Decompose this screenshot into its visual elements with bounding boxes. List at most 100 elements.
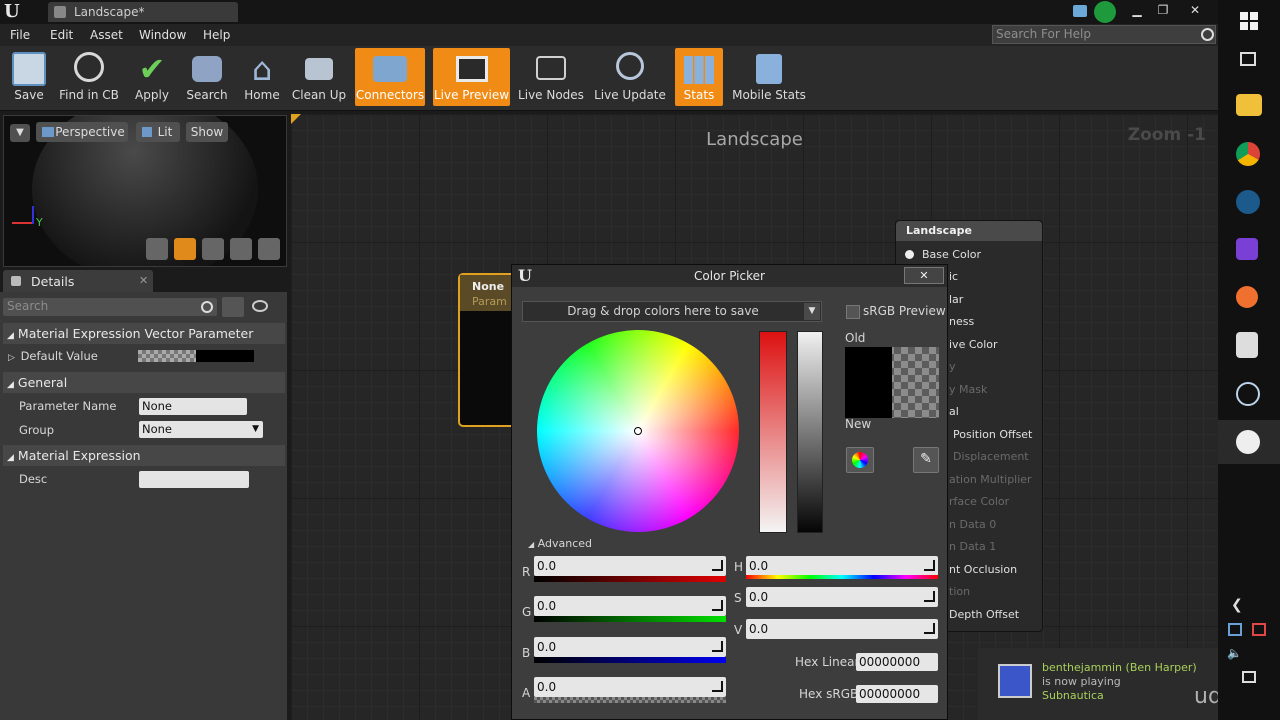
advanced-toggle[interactable]: ◢ Advanced xyxy=(528,537,592,550)
section-general[interactable]: ◢ General xyxy=(3,372,285,393)
close-button[interactable]: ✕ xyxy=(1184,2,1206,18)
cube-shape-icon[interactable] xyxy=(230,238,252,260)
chevron-left-icon[interactable]: ❮ xyxy=(1231,597,1243,613)
pin-ambient-occlusion[interactable]: nt Occlusion xyxy=(949,563,1017,576)
preview-viewport[interactable]: ▼ Perspective Lit Show Y xyxy=(3,115,287,267)
unreal-icon[interactable] xyxy=(1236,430,1260,454)
pin-specular[interactable]: lar xyxy=(949,293,963,306)
restore-button[interactable]: ❐ xyxy=(1152,2,1174,18)
friend-activity-toast[interactable]: benthejammin (Ben Harper) is now playing… xyxy=(978,648,1218,720)
menu-asset[interactable]: Asset xyxy=(90,24,123,46)
dialog-close-button[interactable]: ✕ xyxy=(904,267,944,284)
parameter-name-field[interactable]: None xyxy=(139,398,247,415)
pin-base-color[interactable]: Base Color xyxy=(922,248,981,261)
b-spinbox[interactable]: 0.0 xyxy=(534,637,726,657)
default-value-row[interactable]: ▷ Default Value xyxy=(8,349,98,363)
eye-visibility-icon[interactable] xyxy=(252,300,268,312)
param-node-subtitle: Param ( xyxy=(472,295,515,308)
v-spinbox[interactable]: 0.0 xyxy=(746,619,938,639)
show-button[interactable]: Show xyxy=(186,122,228,142)
search-button[interactable]: Search xyxy=(182,48,232,106)
color-wheel-selector[interactable] xyxy=(634,427,642,435)
pin-world-position-offset[interactable]: Position Offset xyxy=(953,428,1032,441)
saturation-slider[interactable] xyxy=(759,331,787,533)
details-search-input[interactable]: Search xyxy=(3,298,217,316)
close-icon[interactable]: ✕ xyxy=(139,274,148,287)
volume-icon[interactable]: 🔈 xyxy=(1227,646,1242,660)
epic-games-icon[interactable] xyxy=(1236,332,1258,358)
desc-field[interactable] xyxy=(139,471,249,488)
tray-app-icon[interactable] xyxy=(1228,623,1242,636)
pin-pixel-depth-offset[interactable]: Depth Offset xyxy=(949,608,1019,621)
pin-roughness[interactable]: ness xyxy=(949,315,974,328)
menu-edit[interactable]: Edit xyxy=(50,24,73,46)
hex-linear-field[interactable]: 00000000 xyxy=(856,653,938,671)
chevron-down-icon[interactable]: ▼ xyxy=(804,303,820,320)
mobile-stats-button[interactable]: Mobile Stats xyxy=(730,48,808,106)
perspective-button[interactable]: Perspective xyxy=(36,122,128,142)
live-update-button[interactable]: Live Update xyxy=(592,48,668,106)
visual-studio-icon[interactable] xyxy=(1236,238,1258,260)
pin-metallic[interactable]: ic xyxy=(949,270,958,283)
lit-button[interactable]: Lit xyxy=(136,122,180,142)
viewport-options-dropdown[interactable]: ▼ xyxy=(10,124,30,142)
search-for-help-input[interactable]: Search For Help xyxy=(992,25,1216,44)
clean-up-button[interactable]: Clean Up xyxy=(290,48,348,106)
chrome-icon[interactable] xyxy=(1236,142,1260,166)
vector-parameter-node[interactable]: None Param ( xyxy=(458,273,520,427)
file-explorer-icon[interactable] xyxy=(1236,94,1262,116)
default-value-label: Default Value xyxy=(20,349,98,363)
hex-srgb-field[interactable]: 00000000 xyxy=(856,685,938,703)
a-spinbox[interactable]: 0.0 xyxy=(534,677,726,697)
network-icon[interactable] xyxy=(1236,382,1260,406)
home-label: Home xyxy=(244,88,280,102)
pin-emissive-color[interactable]: ive Color xyxy=(949,338,998,351)
srgb-preview-checkbox[interactable] xyxy=(846,305,860,319)
eyedropper-icon[interactable]: ✎ xyxy=(913,447,939,473)
notification-icon[interactable] xyxy=(1073,5,1087,17)
g-spinbox[interactable]: 0.0 xyxy=(534,596,726,616)
minimize-button[interactable]: ▁ xyxy=(1126,2,1148,18)
menu-window[interactable]: Window xyxy=(139,24,186,46)
s-spinbox[interactable]: 0.0 xyxy=(746,587,938,607)
stats-button[interactable]: Stats xyxy=(675,48,723,106)
tray-close-icon[interactable] xyxy=(1252,623,1266,636)
windows-icon[interactable] xyxy=(1240,12,1258,30)
color-themes-bar[interactable]: Drag & drop colors here to save ▼ xyxy=(522,301,822,322)
details-tab[interactable]: Details ✕ xyxy=(3,270,153,292)
axis-y-label: Y xyxy=(36,216,43,229)
live-nodes-button[interactable]: Live Nodes xyxy=(516,48,586,106)
color-picker-titlebar[interactable]: U Color Picker ✕ xyxy=(512,265,947,287)
find-in-cb-button[interactable]: Find in CB xyxy=(56,48,122,106)
r-spinbox[interactable]: 0.0 xyxy=(534,556,726,576)
property-matrix-icon[interactable] xyxy=(222,297,244,317)
section-vector-parameter[interactable]: ◢ Material Expression Vector Parameter xyxy=(3,323,285,344)
apply-button[interactable]: ✔ Apply xyxy=(128,48,176,106)
cylinder-shape-icon[interactable] xyxy=(146,238,168,260)
home-button[interactable]: ⌂ Home xyxy=(238,48,286,106)
document-tab[interactable]: Landscape* xyxy=(48,2,238,22)
default-value-swatch[interactable] xyxy=(138,350,254,362)
paint-icon[interactable] xyxy=(1236,286,1258,308)
group-label: Group xyxy=(19,423,55,437)
source-control-icon[interactable] xyxy=(1094,1,1116,23)
color-wheel-mode-icon[interactable] xyxy=(846,447,874,473)
plane-shape-icon[interactable] xyxy=(202,238,224,260)
group-dropdown[interactable]: None ▼ xyxy=(139,421,263,438)
h-spinbox[interactable]: 0.0 xyxy=(746,556,938,576)
menu-file[interactable]: File xyxy=(10,24,30,46)
sphere-shape-icon[interactable] xyxy=(174,238,196,260)
live-preview-button[interactable]: Live Preview xyxy=(433,48,510,106)
section-material-expression[interactable]: ◢ Material Expression xyxy=(3,445,285,466)
pin-opacity-mask: y Mask xyxy=(949,383,988,396)
value-slider[interactable] xyxy=(797,331,823,533)
pin-custom-data-1: n Data 1 xyxy=(949,540,997,553)
connectors-button[interactable]: Connectors xyxy=(355,48,425,106)
teapot-shape-icon[interactable] xyxy=(258,238,280,260)
task-view-icon[interactable] xyxy=(1240,52,1256,66)
menu-help[interactable]: Help xyxy=(203,24,230,46)
pin-normal[interactable]: al xyxy=(949,405,959,418)
steam-icon[interactable] xyxy=(1236,190,1260,214)
save-button[interactable]: Save xyxy=(4,48,54,106)
action-center-icon[interactable] xyxy=(1242,671,1256,683)
